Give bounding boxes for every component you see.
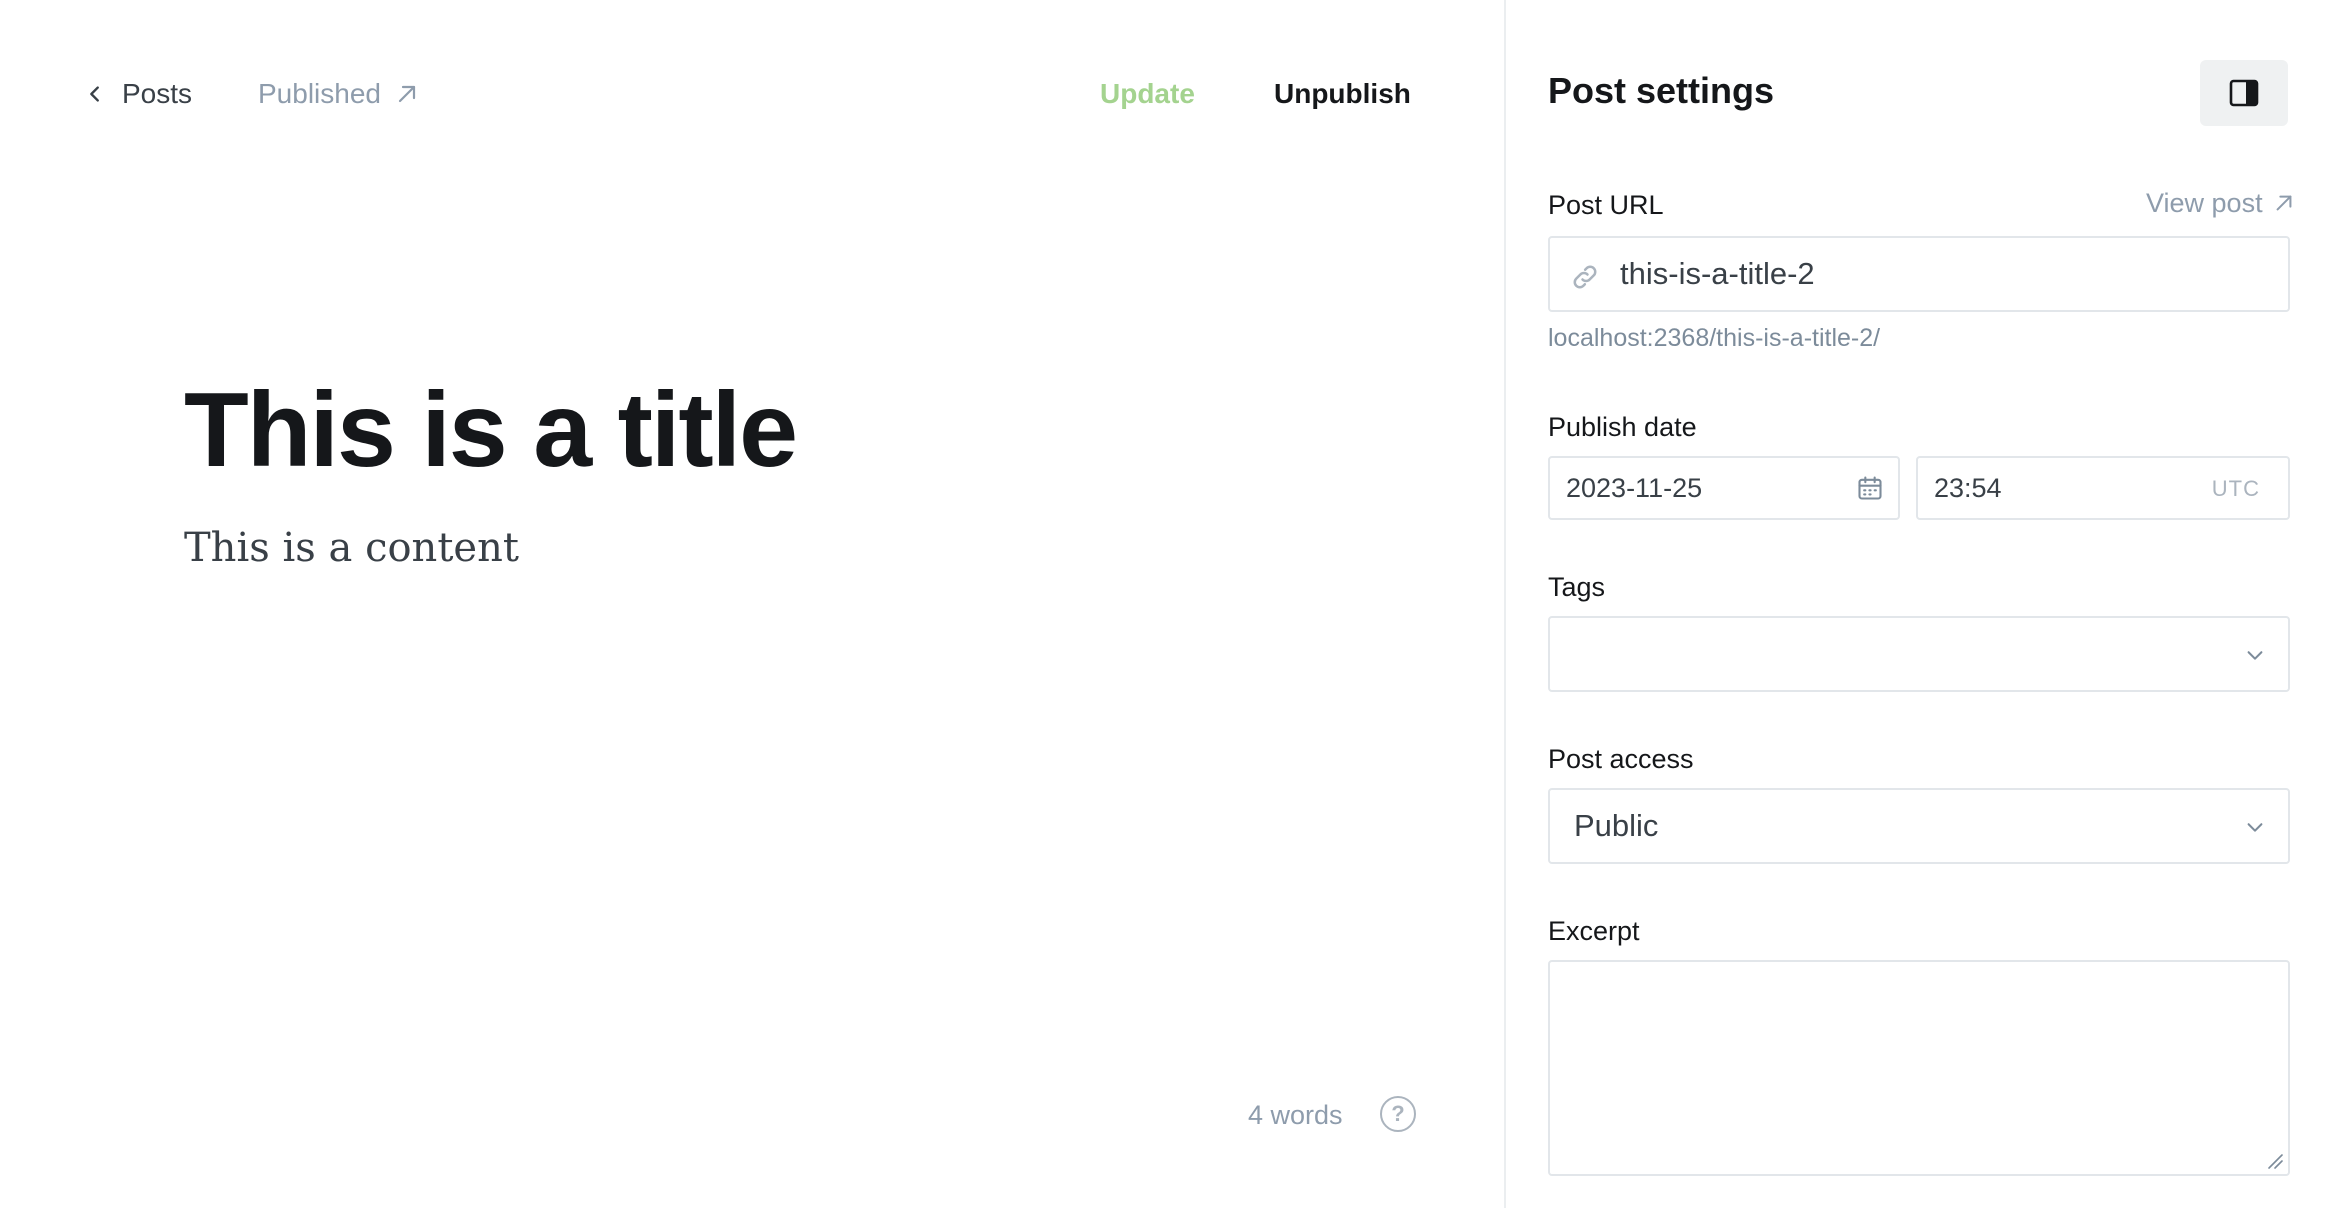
excerpt-field bbox=[1548, 960, 2290, 1176]
post-url-input[interactable] bbox=[1620, 238, 2270, 310]
resize-grip-icon[interactable] bbox=[2266, 1152, 2284, 1170]
word-count: 4 words bbox=[1248, 1099, 1343, 1130]
timezone-label: UTC bbox=[2211, 476, 2260, 501]
status-label: Published bbox=[258, 78, 381, 109]
post-settings-sidebar: Post settings Post URL View post localho… bbox=[1504, 0, 2336, 1208]
editor-pane: Posts Published Update Unpublish This is… bbox=[0, 0, 1504, 1208]
publish-date-field bbox=[1548, 456, 1900, 520]
post-url-hint: localhost:2368/this-is-a-title-2/ bbox=[1548, 324, 1881, 352]
published-status-link[interactable]: Published bbox=[258, 72, 419, 116]
post-url-field bbox=[1548, 236, 2290, 312]
post-url-label: Post URL bbox=[1548, 190, 1664, 220]
post-access-label: Post access bbox=[1548, 744, 1694, 774]
editor-topbar: Posts Published Update Unpublish bbox=[0, 0, 1504, 190]
view-post-label: View post bbox=[2146, 187, 2263, 218]
sidebar-toggle-button[interactable] bbox=[2200, 60, 2288, 126]
tags-label: Tags bbox=[1548, 572, 1606, 602]
post-title[interactable]: This is a title bbox=[184, 370, 1384, 490]
arrow-up-right-icon bbox=[2276, 195, 2292, 211]
update-button[interactable]: Update bbox=[1100, 72, 1195, 116]
publish-time-input[interactable] bbox=[1934, 458, 2194, 518]
post-access-select[interactable]: Public bbox=[1548, 788, 2290, 864]
publish-date-input[interactable] bbox=[1566, 458, 1826, 518]
calendar-icon[interactable] bbox=[1856, 474, 1884, 502]
help-icon: ? bbox=[1391, 1101, 1405, 1126]
back-to-posts-link[interactable]: Posts bbox=[84, 72, 192, 116]
post-content[interactable]: This is a content bbox=[184, 520, 1384, 576]
unpublish-button[interactable]: Unpublish bbox=[1274, 72, 1411, 116]
post-access-value: Public bbox=[1574, 808, 1659, 843]
chevron-down-icon bbox=[2247, 651, 2263, 660]
link-icon bbox=[1573, 265, 1597, 289]
chevron-left-icon bbox=[90, 86, 99, 102]
back-label: Posts bbox=[122, 78, 193, 109]
excerpt-label: Excerpt bbox=[1548, 916, 1640, 946]
chevron-down-icon bbox=[2247, 823, 2263, 832]
help-button[interactable]: ? bbox=[1380, 1096, 1416, 1132]
view-post-link[interactable]: View post bbox=[2146, 186, 2295, 220]
tags-select[interactable] bbox=[1548, 616, 2290, 692]
sidebar-toggle-icon bbox=[2229, 79, 2259, 107]
excerpt-textarea[interactable] bbox=[1550, 962, 2288, 1174]
publish-date-label: Publish date bbox=[1548, 412, 1697, 442]
app-root: Posts Published Update Unpublish This is… bbox=[0, 0, 2336, 1208]
publish-time-field: UTC bbox=[1916, 456, 2290, 520]
arrow-up-right-icon bbox=[398, 85, 416, 103]
sidebar-title: Post settings bbox=[1548, 70, 1775, 111]
